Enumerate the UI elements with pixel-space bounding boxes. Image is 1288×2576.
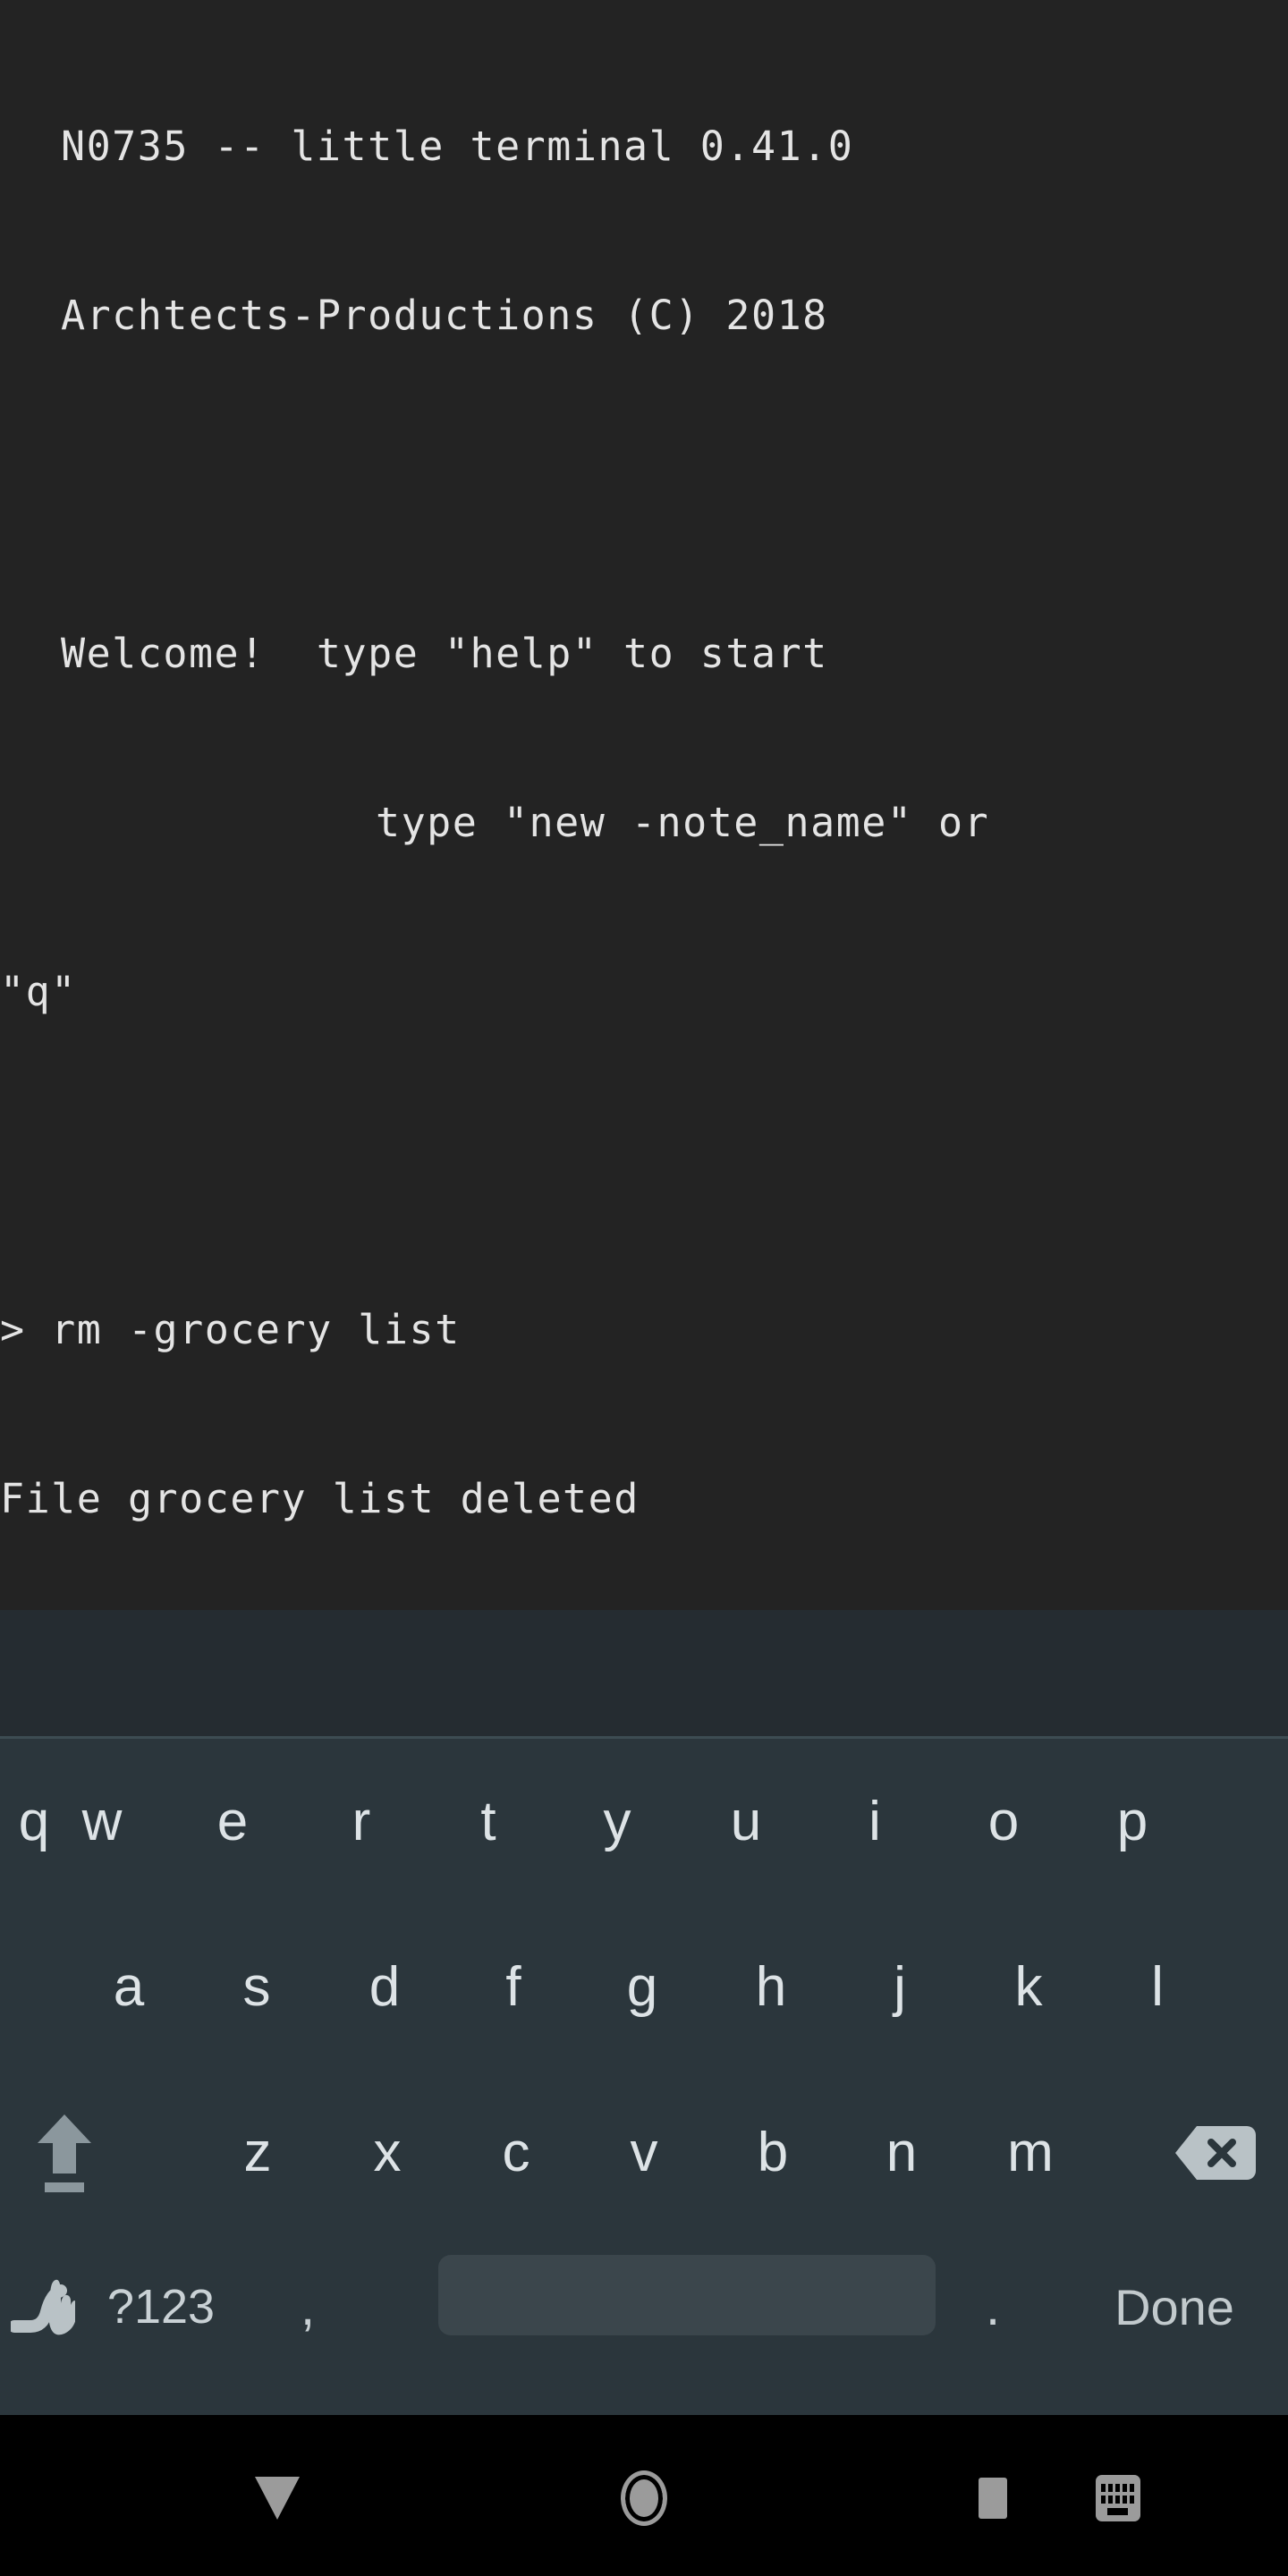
keyboard-row-2: a s d f g h j k l (0, 1904, 1288, 2070)
terminal-text-buffer: N0735 -- little terminal 0.41.0 Archtect… (0, 0, 1288, 1610)
key-b[interactable]: b (708, 2070, 837, 2235)
key-p[interactable]: p (1068, 1739, 1197, 1904)
keyboard-row-1: q w e r t y u i o p (0, 1739, 1288, 1904)
key-z[interactable]: z (193, 2070, 322, 2235)
key-f[interactable]: f (449, 1904, 578, 2070)
key-space[interactable] (438, 2255, 936, 2335)
key-e[interactable]: e (168, 1739, 297, 1904)
keyboard-row-3: z x c v b n m (0, 2070, 1288, 2235)
terminal-welcome-line-1: Welcome! type "help" to start (61, 630, 828, 677)
key-l[interactable]: l (1093, 1904, 1222, 2070)
key-y[interactable]: y (553, 1739, 682, 1904)
key-m[interactable]: m (966, 2070, 1095, 2235)
nav-home-button[interactable] (590, 2420, 698, 2576)
key-d[interactable]: d (320, 1904, 449, 2070)
home-icon (621, 2470, 667, 2526)
terminal-log-line: File grocery list deleted (0, 1475, 640, 1522)
key-symbols[interactable]: ?123 (86, 2235, 236, 2378)
terminal-header-line-2: Archtects-Productions (C) 2018 (61, 292, 828, 339)
backspace-icon (1174, 2124, 1256, 2182)
key-handwriting[interactable] (0, 2235, 86, 2378)
key-u[interactable]: u (682, 1739, 810, 1904)
key-g[interactable]: g (578, 1904, 707, 2070)
key-v[interactable]: v (580, 2070, 708, 2235)
key-j[interactable]: j (835, 1904, 964, 2070)
key-k[interactable]: k (964, 1904, 1093, 2070)
keyboard-suggestion-strip[interactable] (0, 1610, 1288, 1737)
key-done[interactable]: Done (1073, 2235, 1275, 2378)
keyboard-row-4: ?123 , . Done (0, 2235, 1288, 2378)
key-comma[interactable]: , (236, 2235, 379, 2378)
terminal-output-area[interactable]: N0735 -- little terminal 0.41.0 Archtect… (0, 0, 1288, 1610)
android-navigation-bar (0, 2420, 1288, 2576)
key-a[interactable]: a (64, 1904, 193, 2070)
key-period[interactable]: . (948, 2235, 1038, 2378)
recents-icon (979, 2478, 1007, 2519)
key-o[interactable]: o (939, 1739, 1068, 1904)
key-r[interactable]: r (297, 1739, 426, 1904)
terminal-log-line: > rm -grocery list (0, 1306, 461, 1353)
nav-back-button[interactable] (224, 2420, 331, 2576)
shift-icon (38, 2114, 91, 2192)
terminal-header-line-1: N0735 -- little terminal 0.41.0 (61, 123, 854, 170)
key-x[interactable]: x (323, 2070, 452, 2235)
key-n[interactable]: n (837, 2070, 966, 2235)
key-c[interactable]: c (452, 2070, 580, 2235)
key-i[interactable]: i (810, 1739, 939, 1904)
back-down-icon (255, 2477, 300, 2520)
key-t[interactable]: t (424, 1739, 553, 1904)
nav-keyboard-switch-button[interactable] (1064, 2420, 1172, 2576)
terminal-blank-line-2 (0, 1132, 1288, 1189)
key-backspace[interactable] (1141, 2070, 1288, 2235)
terminal-welcome-line-3: "q" (0, 968, 77, 1015)
nav-recents-button[interactable] (948, 2420, 1038, 2576)
handwriting-icon (8, 2271, 78, 2343)
key-h[interactable]: h (707, 1904, 835, 2070)
onscreen-keyboard[interactable]: q w e r t y u i o p a s d f g h j k l z … (0, 1739, 1288, 2415)
keyboard-switcher-icon (1095, 2474, 1141, 2522)
key-shift[interactable] (0, 2070, 129, 2235)
device-screen: N0735 -- little terminal 0.41.0 Archtect… (0, 0, 1288, 2576)
key-s[interactable]: s (192, 1904, 321, 2070)
terminal-welcome-line-2: type "new -note_name" or (376, 799, 990, 846)
key-w[interactable]: w (38, 1739, 166, 1904)
